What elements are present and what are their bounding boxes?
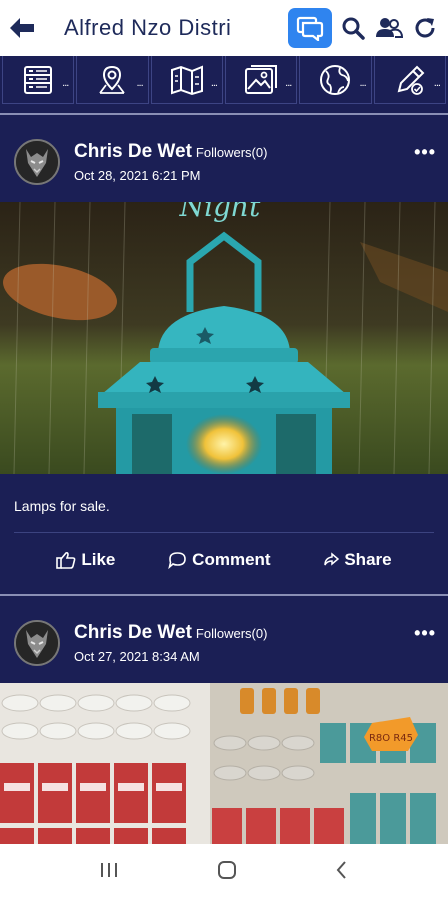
post-feed[interactable]: Chris De Wet Followers(0) Oct 28, 2021 6… (0, 106, 448, 844)
post-caption: Lamps for sale. (14, 498, 110, 514)
people-icon (376, 18, 403, 38)
post-date: Oct 27, 2021 8:34 AM (74, 649, 200, 664)
post-card: Chris De Wet Followers(0) Oct 28, 2021 6… (0, 122, 448, 587)
post-header: Chris De Wet Followers(0) Oct 27, 2021 8… (0, 603, 448, 683)
people-button[interactable] (374, 13, 404, 43)
menu-dots: ... (210, 77, 218, 89)
search-icon (342, 17, 365, 40)
app-header: Alfred Nzo Distri (0, 0, 448, 56)
followers-count[interactable]: Followers(0) (196, 626, 268, 641)
comment-button[interactable]: Comment (168, 550, 271, 570)
back-nav-button[interactable] (334, 860, 350, 885)
recent-apps-icon (101, 862, 117, 877)
menu-item-edit[interactable]: ... (373, 56, 446, 104)
menu-item-map[interactable]: ... (150, 56, 223, 104)
followers-count[interactable]: Followers(0) (196, 145, 268, 160)
recent-apps-button[interactable] (98, 861, 120, 884)
globe-icon (320, 64, 351, 95)
menu-dots: ... (62, 77, 69, 89)
lantern-photo: Night (0, 202, 448, 474)
feed-separator (0, 587, 448, 603)
post-date: Oct 28, 2021 6:21 PM (74, 168, 201, 183)
chat-icon (296, 16, 324, 41)
home-button[interactable] (216, 859, 238, 886)
home-icon (218, 860, 236, 879)
canned-goods-photo: R8O R45 (0, 683, 448, 844)
avatar[interactable] (14, 620, 60, 666)
more-options-button[interactable]: ••• (414, 623, 436, 644)
wolf-avatar-icon (16, 141, 58, 183)
back-button[interactable] (0, 0, 44, 56)
category-menu: ... ... ... ... ... ... (0, 56, 448, 106)
menu-item-globe[interactable]: ... (299, 56, 372, 104)
menu-dots: ... (285, 77, 292, 89)
menu-dots: ... (136, 77, 143, 89)
chat-button[interactable] (288, 8, 332, 48)
more-options-button[interactable]: ••• (414, 142, 436, 163)
page-title: Alfred Nzo Distri (64, 15, 232, 40)
refresh-button[interactable] (410, 13, 440, 43)
gallery-icon (245, 64, 278, 94)
back-arrow-icon (10, 18, 34, 38)
refresh-icon (415, 18, 435, 38)
price-tag-text: R8O R45 (369, 733, 413, 744)
menu-dots: ... (433, 77, 441, 89)
post-header: Chris De Wet Followers(0) Oct 28, 2021 6… (0, 122, 448, 202)
edit-icon (397, 65, 425, 95)
post-card: Chris De Wet Followers(0) Oct 27, 2021 8… (0, 603, 448, 844)
wolf-avatar-icon (16, 622, 58, 664)
chevron-left-icon (336, 860, 346, 879)
post-image[interactable]: Night (0, 202, 448, 474)
map-icon (170, 65, 203, 95)
menu-dots: ... (359, 77, 366, 89)
system-nav-bar (0, 844, 448, 900)
post-actions: Like Comment Share (0, 533, 448, 587)
avatar[interactable] (14, 139, 60, 185)
image-overlay-text: Night (179, 202, 261, 223)
like-label: Like (81, 550, 116, 569)
author-name[interactable]: Chris De Wet (74, 141, 192, 163)
share-button[interactable]: Share (323, 550, 392, 570)
feed-separator (0, 106, 448, 122)
menu-item-location[interactable]: ... (76, 56, 149, 104)
search-button[interactable] (338, 13, 368, 43)
menu-item-list[interactable]: ... (2, 56, 75, 104)
share-icon (324, 552, 340, 566)
location-pin-icon (99, 65, 126, 94)
post-image[interactable]: R8O R45 (0, 683, 448, 844)
thumbs-up-icon (56, 551, 76, 569)
like-button[interactable]: Like (56, 550, 115, 570)
author-name[interactable]: Chris De Wet (74, 622, 192, 644)
menu-item-gallery[interactable]: ... (224, 56, 298, 104)
comment-label: Comment (192, 550, 271, 569)
list-icon (24, 65, 53, 94)
share-label: Share (344, 550, 392, 569)
comment-icon (168, 552, 186, 569)
